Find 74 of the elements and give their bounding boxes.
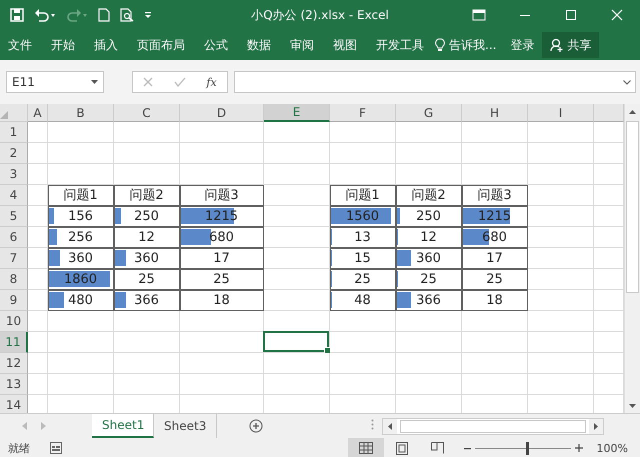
table-cell: 1860 (48, 269, 114, 290)
table-header-cell: 问题3 (462, 185, 528, 206)
column-header[interactable]: A (28, 104, 48, 122)
table-header-cell: 问题1 (48, 185, 114, 206)
row-header[interactable]: 1 (0, 122, 28, 143)
row-header[interactable]: 9 (0, 290, 28, 311)
table-cell: 12 (114, 227, 180, 248)
table-cell: 17 (462, 248, 528, 269)
row-header[interactable]: 2 (0, 143, 28, 164)
row-header[interactable]: 6 (0, 227, 28, 248)
table-header-cell: 问题1 (330, 185, 396, 206)
column-header[interactable]: E (264, 104, 330, 122)
table-cell: 360 (396, 248, 462, 269)
table-header-cell: 问题2 (114, 185, 180, 206)
ribbon-tab[interactable]: 页面布局 (137, 32, 185, 58)
table-cell: 250 (114, 206, 180, 227)
table-cell: 12 (396, 227, 462, 248)
table-cell: 17 (180, 248, 264, 269)
ribbon-tab[interactable]: 公式 (204, 32, 228, 58)
table-cell: 360 (48, 248, 114, 269)
table-cell: 360 (114, 248, 180, 269)
table-cell: 256 (48, 227, 114, 248)
table-cell: 1215 (462, 206, 528, 227)
table-cell: 48 (330, 290, 396, 311)
ribbon-tab[interactable]: 数据 (247, 32, 271, 58)
window-title: 小Q办公 (2).xlsx - Excel (251, 8, 389, 22)
column-header[interactable]: D (180, 104, 264, 122)
row-header[interactable]: 13 (0, 374, 28, 395)
table-header-cell: 问题3 (180, 185, 264, 206)
row-header[interactable]: 12 (0, 353, 28, 374)
ribbon-tab[interactable]: 文件 (8, 32, 32, 58)
row-header[interactable]: 10 (0, 311, 28, 332)
row-header[interactable]: 14 (0, 395, 28, 413)
column-header[interactable]: B (48, 104, 114, 122)
table-cell: 366 (114, 290, 180, 311)
insert-function-button[interactable]: fx (206, 76, 217, 88)
sign-in-link[interactable]: 登录 (510, 36, 534, 54)
ribbon-tab[interactable]: 开始 (51, 32, 75, 58)
table-cell: 25 (180, 269, 264, 290)
row-header[interactable]: 7 (0, 248, 28, 269)
table-cell: 13 (330, 227, 396, 248)
table-cell: 1560 (330, 206, 396, 227)
table-cell: 366 (396, 290, 462, 311)
row-header[interactable]: 5 (0, 206, 28, 227)
table-cell: 250 (396, 206, 462, 227)
sheet-tab[interactable]: Sheet1 (92, 414, 154, 438)
table-cell: 25 (330, 269, 396, 290)
column-header[interactable]: H (462, 104, 528, 122)
zoom-level[interactable]: 100% (596, 442, 628, 454)
table-cell: 25 (462, 269, 528, 290)
table-header-cell: 问题2 (396, 185, 462, 206)
row-header[interactable]: 4 (0, 185, 28, 206)
table-cell: 480 (48, 290, 114, 311)
share-button[interactable]: 共享 (542, 32, 600, 58)
column-header[interactable]: F (330, 104, 396, 122)
table-cell: 18 (180, 290, 264, 311)
ribbon-tab[interactable]: 视图 (333, 32, 357, 58)
column-header[interactable]: I (528, 104, 594, 122)
tell-me-link[interactable]: 告诉我... (449, 36, 496, 54)
row-header[interactable]: 3 (0, 164, 28, 185)
table-cell: 25 (396, 269, 462, 290)
name-box[interactable]: E11 (6, 71, 104, 93)
ribbon-tab[interactable]: 开发工具 (376, 32, 424, 58)
status-text: 就绪 (8, 440, 30, 456)
row-header[interactable]: 8 (0, 269, 28, 290)
column-header[interactable]: C (114, 104, 180, 122)
row-header[interactable]: 11 (0, 332, 28, 353)
table-cell: 156 (48, 206, 114, 227)
table-cell: 25 (114, 269, 180, 290)
ribbon-tab[interactable]: 插入 (94, 32, 118, 58)
ribbon-tab[interactable]: 审阅 (290, 32, 314, 58)
table-cell: 18 (462, 290, 528, 311)
table-cell: 15 (330, 248, 396, 269)
column-header[interactable]: G (396, 104, 462, 122)
